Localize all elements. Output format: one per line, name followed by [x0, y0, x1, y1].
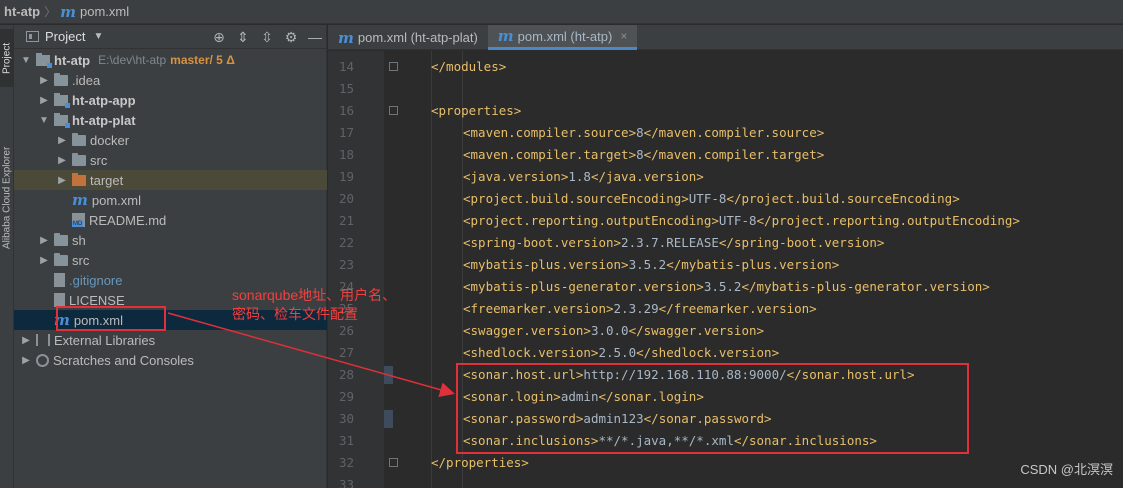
annotation-arrow [167, 312, 455, 397]
watermark: CSDN @北溟溟 [1020, 462, 1113, 477]
